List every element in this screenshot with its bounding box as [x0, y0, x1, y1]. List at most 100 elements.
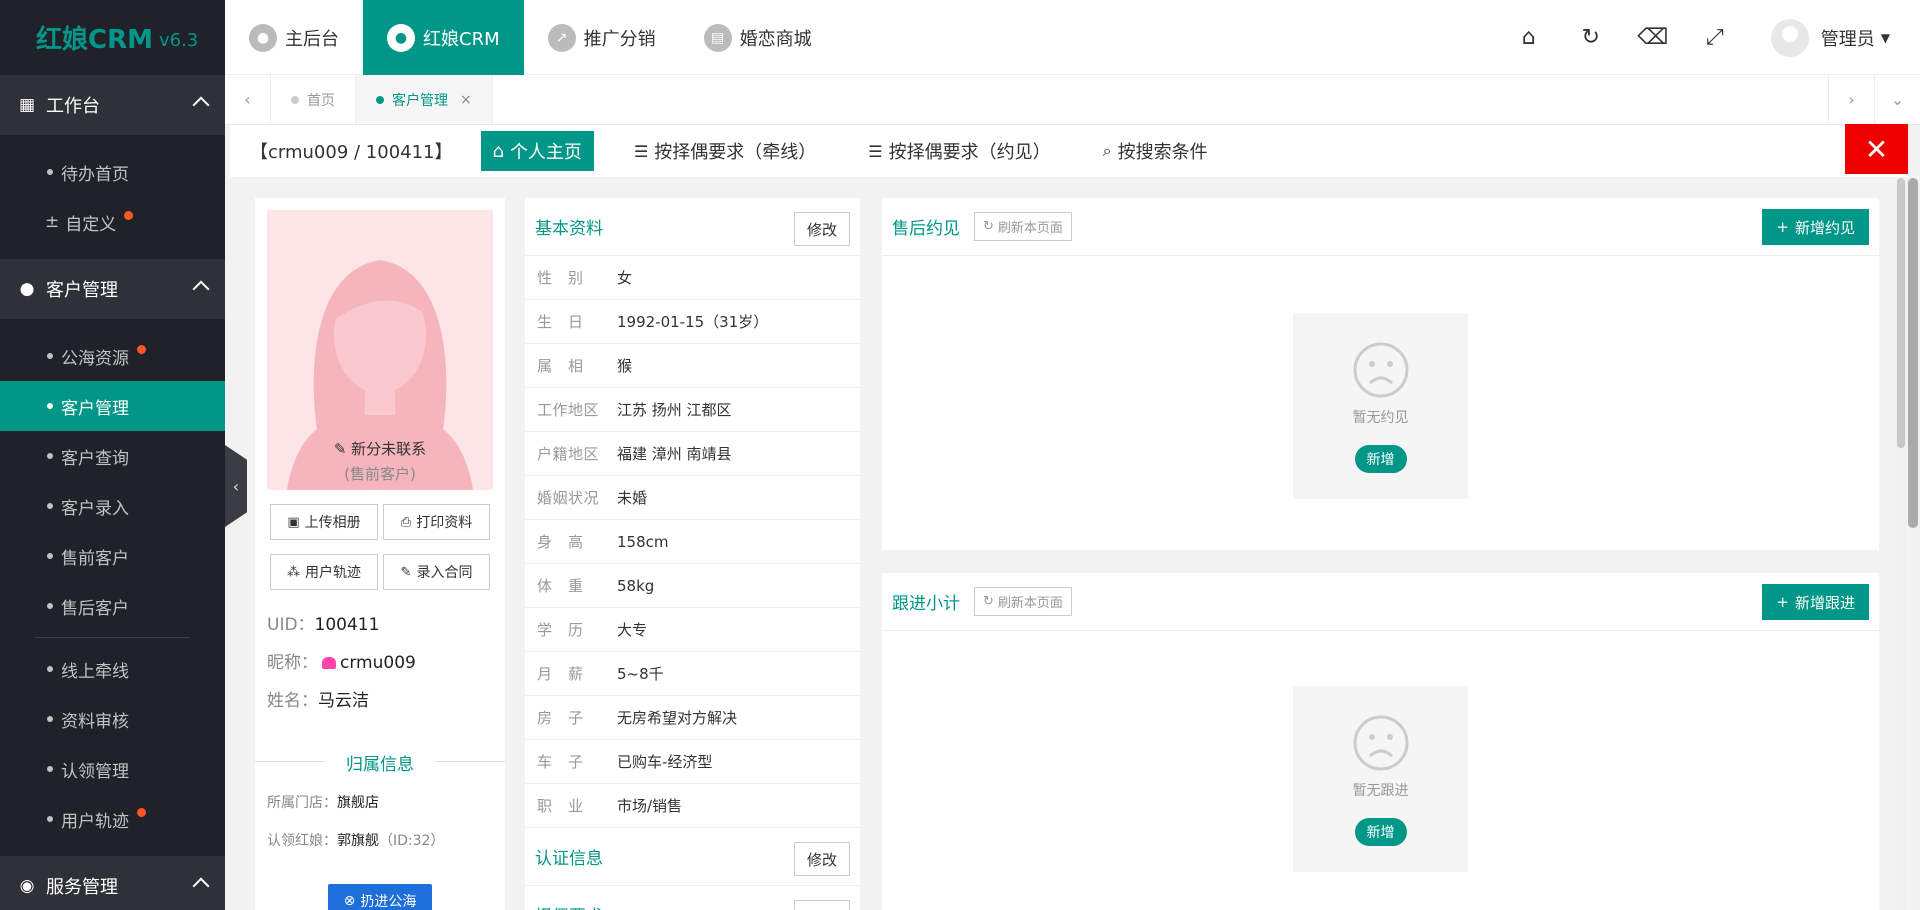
nick-label: 昵称： [267, 653, 318, 673]
nav-label: 待办首页 [61, 164, 129, 185]
info-key: 性 别 [537, 269, 584, 287]
card-title: 择偶要求 [535, 902, 603, 910]
info-key: 学 历 [537, 621, 584, 639]
edit-preference-button[interactable]: 修改 [794, 900, 850, 910]
info-key: 生 日 [537, 313, 584, 331]
user-menu[interactable]: 管理员 ▼ [1770, 18, 1890, 57]
sidebar-group-customers[interactable]: ● 客户管理 [0, 259, 225, 319]
button-label: 刷新本页面 [997, 596, 1063, 611]
nav-label: 售前客户 [61, 548, 129, 569]
chevron-up-icon [192, 877, 210, 895]
sidebar-item-todo[interactable]: 待办首页 [0, 147, 225, 197]
preference-header: 择偶要求 修改 [525, 886, 860, 910]
sidebar-collapse-handle[interactable]: ‹ [225, 445, 247, 527]
tabstrip-next-button[interactable]: › [1828, 75, 1874, 124]
add-followup-button[interactable]: + 新增跟进 [1762, 584, 1869, 620]
button-label: 打印资料 [416, 515, 473, 531]
sidebar-item-customer-query[interactable]: 客户查询 [0, 431, 225, 481]
sidebar-item-customer-manage[interactable]: 客户管理 [0, 381, 225, 431]
edit-cert-button[interactable]: 修改 [794, 842, 850, 876]
tab-label: 客户管理 [392, 92, 448, 109]
customer-subnav: 【crmu009 / 100411】 ⌂ 个人主页 ☰ 按择偶要求（牵线） ☰ 按择偶… [230, 125, 1908, 177]
group-label: 客户管理 [46, 280, 118, 301]
button-label: 录入合同 [416, 565, 473, 581]
tab-label: 婚恋商城 [739, 28, 812, 50]
basic-info-header: 基本资料 修改 [525, 198, 860, 256]
page-scrollbar-track[interactable] [1896, 178, 1906, 910]
tabstrip-prev-button[interactable]: ‹ [225, 75, 271, 124]
logo[interactable]: 红娘CRM v6.3 [0, 0, 225, 75]
notification-dot [124, 211, 133, 220]
nav-label: 售后客户 [61, 598, 129, 619]
tab-label: 推广分销 [583, 28, 656, 50]
nav-label: 自定义 [65, 214, 117, 235]
home-icon[interactable]: ⌂ [1498, 25, 1560, 50]
page-tab-customer-manage[interactable]: 客户管理 × [356, 75, 493, 124]
bullet-icon [47, 453, 53, 459]
edit-basic-button[interactable]: 修改 [794, 212, 850, 246]
tab-promotion[interactable]: ↗ 推广分销 [524, 0, 680, 75]
logo-text: 红娘CRM [36, 25, 153, 55]
print-profile-button[interactable]: ⎙ 打印资料 [383, 504, 490, 540]
refresh-icon[interactable]: ↻ [1560, 25, 1622, 50]
divider [35, 637, 190, 638]
tab-mall[interactable]: ▤ 婚恋商城 [680, 0, 836, 75]
followup-panel: 跟进小计 ↻ 刷新本页面 + 新增跟进 暂无跟进 新增 [882, 573, 1879, 910]
sidebar-item-presale[interactable]: 售前客户 [0, 531, 225, 581]
sidebar-group-service[interactable]: ◉ 服务管理 [0, 856, 225, 910]
nav-label: 认领管理 [61, 761, 129, 782]
user-circle-icon: ● [387, 23, 415, 52]
bullet-icon [47, 766, 53, 772]
add-meet-button[interactable]: + 新增约见 [1762, 209, 1869, 245]
match-by-preference-link[interactable]: ☰ 按择偶要求（牵线） [634, 138, 816, 164]
sidebar-item-public-pool[interactable]: 公海资源 [0, 331, 225, 381]
refresh-page-button[interactable]: ↻ 刷新本页面 [974, 587, 1072, 616]
avatar [1770, 18, 1809, 57]
personal-home-button[interactable]: ⌂ 个人主页 [480, 131, 594, 171]
print-icon: ⎙ [400, 514, 412, 530]
fullscreen-icon[interactable]: ⤢ [1684, 25, 1746, 50]
close-page-button[interactable]: ✕ [1845, 124, 1908, 174]
search-criteria-link[interactable]: ⌕ 按搜索条件 [1103, 138, 1208, 164]
tabstrip-menu-button[interactable]: ⌄ [1874, 75, 1920, 124]
bullet-icon [291, 95, 299, 104]
scrollbar-thumb[interactable] [1897, 178, 1905, 448]
page-tab-home[interactable]: 首页 [271, 75, 356, 124]
sidebar-group-workbench[interactable]: ▦ 工作台 [0, 75, 225, 135]
clear-cache-icon[interactable]: ⌫ [1622, 25, 1684, 50]
card-title: 认证信息 [535, 849, 603, 869]
enter-contract-button[interactable]: ✎ 录入合同 [383, 554, 490, 590]
upload-album-button[interactable]: ▣ 上传相册 [270, 504, 378, 540]
basic-info-card: 基本资料 修改 性 别 女生 日 1992-01-15（31岁） 属 相 猴工作地区 江苏… [525, 198, 860, 910]
move-to-pool-button[interactable]: ⊗ 扔进公海 [328, 884, 432, 910]
info-row: 体 重 58kg [525, 564, 860, 608]
sidebar-item-review[interactable]: 资料审核 [0, 694, 225, 744]
caret-down-icon: ▼ [1880, 30, 1890, 45]
home-icon: ⌂ [492, 140, 504, 162]
group-label: 工作台 [46, 96, 100, 117]
empty-add-button[interactable]: 新增 [1354, 818, 1407, 846]
store-value: 旗舰店 [337, 795, 379, 811]
sidebar-item-user-track[interactable]: 用户轨迹 [0, 794, 225, 844]
chevron-down-icon: ⌄ [1890, 90, 1905, 109]
info-value: 市场/销售 [617, 797, 683, 815]
refresh-page-button[interactable]: ↻ 刷新本页面 [974, 212, 1072, 241]
sidebar-item-claim[interactable]: 认领管理 [0, 744, 225, 794]
sidebar-item-custom[interactable]: ± 自定义 [0, 197, 225, 247]
meet-by-preference-link[interactable]: ☰ 按择偶要求（约见） [868, 138, 1050, 164]
panel-title: 售后约见 [892, 219, 960, 239]
sidebar-item-online-match[interactable]: 线上牵线 [0, 644, 225, 694]
close-icon[interactable]: × [460, 92, 472, 108]
tab-main-backend[interactable]: ● 主后台 [225, 0, 363, 75]
outer-scrollbar-thumb[interactable] [1908, 178, 1918, 528]
info-key: 体 重 [537, 577, 584, 595]
info-key: 婚姻状况 [537, 489, 600, 507]
sidebar-item-customer-entry[interactable]: 客户录入 [0, 481, 225, 531]
user-track-button[interactable]: ⁂ 用户轨迹 [270, 554, 378, 590]
panel-title: 跟进小计 [892, 594, 960, 614]
empty-add-button[interactable]: 新增 [1354, 445, 1407, 473]
sidebar-item-aftersale[interactable]: 售后客户 [0, 581, 225, 631]
tab-crm[interactable]: ● 红娘CRM [363, 0, 524, 75]
bullet-icon [47, 716, 53, 722]
info-row: 房 子 无房希望对方解决 [525, 696, 860, 740]
